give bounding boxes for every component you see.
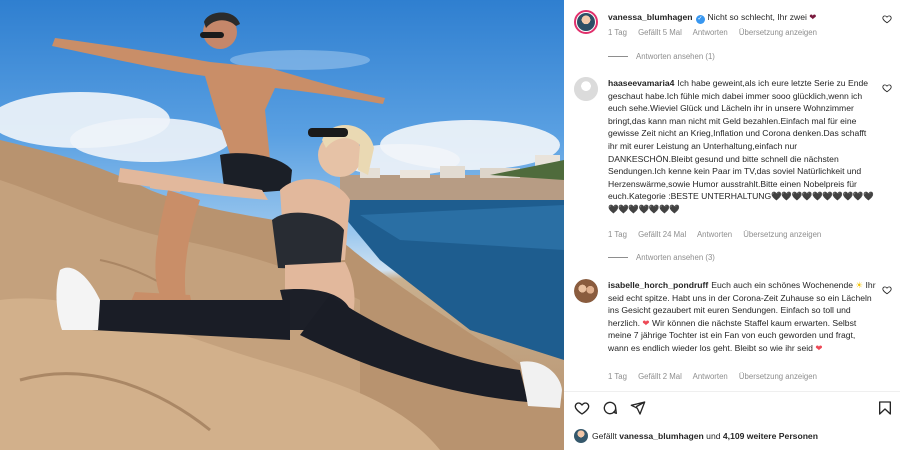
divider-line xyxy=(608,257,628,259)
reply-button[interactable]: Antworten xyxy=(693,28,728,37)
comment-username[interactable]: isabelle_horch_pondruff xyxy=(608,280,708,290)
like-icon[interactable] xyxy=(574,400,590,416)
comment-meta: 1 Tag Gefällt 24 Mal Antworten Übersetzu… xyxy=(608,230,830,239)
sun-emoji-icon: ☀ xyxy=(855,280,864,290)
verified-badge-icon: ✓ xyxy=(695,15,705,24)
comment-like-icon[interactable] xyxy=(882,285,892,295)
avatar[interactable] xyxy=(574,279,598,303)
likes-prefix: Gefällt xyxy=(592,431,617,441)
comment-time: 1 Tag xyxy=(608,28,627,37)
action-bar xyxy=(574,400,900,420)
translate-button[interactable]: Übersetzung anzeigen xyxy=(739,372,817,381)
translate-button[interactable]: Übersetzung anzeigen xyxy=(739,28,817,37)
comment-time: 1 Tag xyxy=(608,372,627,381)
post-photo[interactable] xyxy=(0,0,564,450)
comment-text: Ich habe geweint,als ich eure letzte Ser… xyxy=(608,78,869,202)
comment-like-icon[interactable] xyxy=(882,83,892,93)
comment-likes-count[interactable]: Gefällt 24 Mal xyxy=(638,230,686,239)
view-replies-label: Antworten ansehen (3) xyxy=(636,253,715,262)
likes-and: und xyxy=(706,431,721,441)
likes-summary[interactable]: Gefällt vanessa_blumhagen und 4,109 weit… xyxy=(574,429,818,443)
comment-time: 1 Tag xyxy=(608,230,627,239)
paper-plane-icon[interactable] xyxy=(630,400,646,416)
bookmark-icon[interactable] xyxy=(877,400,893,416)
view-replies-button[interactable]: Antworten ansehen (1) xyxy=(608,52,715,61)
comment-text: Nicht so schlecht, Ihr zwei xyxy=(707,12,807,22)
comment-username[interactable]: vanessa_blumhagen xyxy=(608,12,693,22)
view-replies-label: Antworten ansehen (1) xyxy=(636,52,715,61)
comment-likes-count[interactable]: Gefällt 2 Mal xyxy=(638,372,682,381)
comment-meta: 1 Tag Gefällt 5 Mal Antworten Übersetzun… xyxy=(608,28,826,37)
view-replies-button[interactable]: Antworten ansehen (3) xyxy=(608,253,715,262)
comment-username[interactable]: haaseevamaria4 xyxy=(608,78,674,88)
reply-button[interactable]: Antworten xyxy=(693,372,728,381)
divider-line xyxy=(608,56,628,58)
liker-avatar xyxy=(574,429,588,443)
liker-username[interactable]: vanessa_blumhagen xyxy=(619,431,704,441)
reply-button[interactable]: Antworten xyxy=(697,230,732,239)
comment-likes-count[interactable]: Gefällt 5 Mal xyxy=(638,28,682,37)
heart-emoji-icon: ❤ xyxy=(642,317,650,328)
divider xyxy=(564,391,900,392)
likes-count[interactable]: 4,109 weitere Personen xyxy=(723,431,818,441)
photo-illustration xyxy=(0,12,564,450)
comment-bubble-icon[interactable] xyxy=(602,400,618,416)
heart-emoji-icon: ❤ xyxy=(809,12,817,22)
comment-like-icon[interactable] xyxy=(882,14,892,24)
avatar[interactable] xyxy=(574,10,598,34)
avatar-placeholder[interactable] xyxy=(574,77,598,101)
comment-meta: 1 Tag Gefällt 2 Mal Antworten Übersetzun… xyxy=(608,372,826,381)
translate-button[interactable]: Übersetzung anzeigen xyxy=(743,230,821,239)
heart-emoji-icon: ❤ xyxy=(815,342,823,353)
comment-text-part-1: Euch auch ein schönes Wochenende xyxy=(711,280,854,290)
comment-panel: vanessa_blumhagen ✓ Nicht so schlecht, Ihr… xyxy=(564,0,900,450)
